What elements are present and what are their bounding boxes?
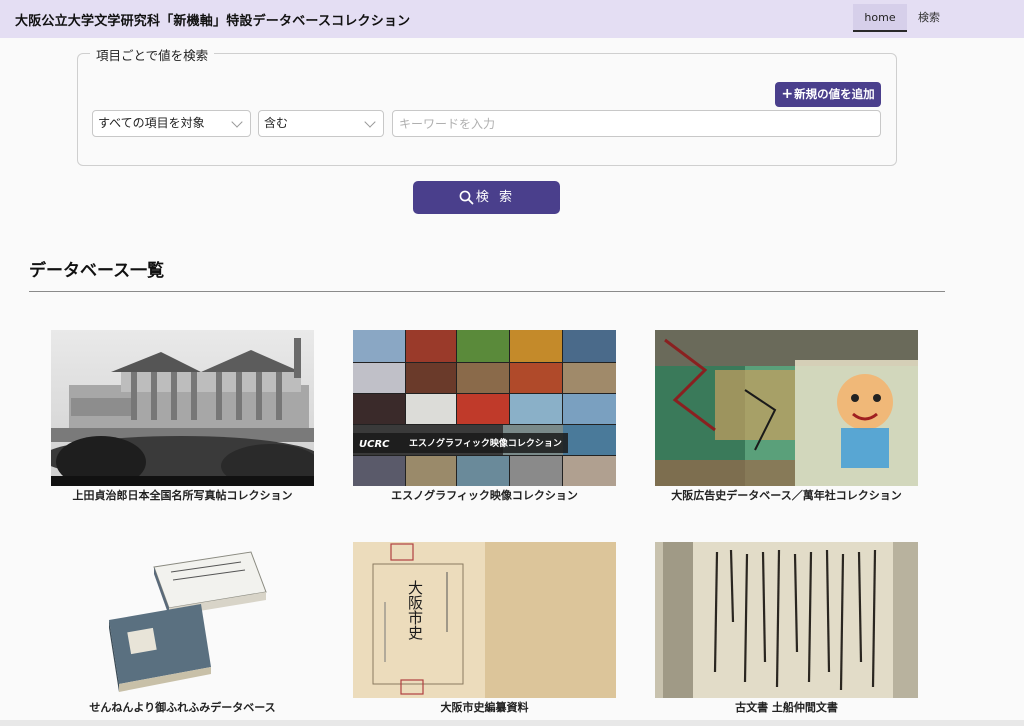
top-bar: 大阪公立大学文学研究科「新機軸」特設データベースコレクション home 検索: [0, 0, 1024, 38]
database-thumbnail-book-cover[interactable]: 大阪市史: [353, 542, 616, 698]
database-caption[interactable]: 古文書 土船仲間文書: [655, 699, 918, 715]
collage-overlay-title: エスノグラフィック映像コレクション: [409, 437, 562, 449]
field-select[interactable]: すべての項目を対象: [92, 110, 251, 137]
database-caption[interactable]: せんねんより御ふれふみデータベース: [51, 699, 314, 715]
database-thumbnail-manuscript[interactable]: [655, 542, 918, 698]
database-caption[interactable]: 上田貞治郎日本全国名所写真帖コレクション: [51, 487, 314, 503]
plus-icon: +: [781, 86, 794, 102]
database-thumbnail-old-books[interactable]: [51, 542, 314, 698]
database-thumbnail-photo-collage[interactable]: UCRC エスノグラフィック映像コレクション: [353, 330, 616, 486]
horizontal-scrollbar[interactable]: [0, 720, 1024, 726]
search-icon: [459, 190, 474, 205]
database-thumbnail-advertising-collage[interactable]: [655, 330, 918, 486]
keyword-input[interactable]: [392, 110, 881, 137]
add-value-label: 新規の値を追加: [794, 87, 875, 101]
operator-select-value: 含む: [264, 116, 289, 130]
chevron-down-icon: [364, 116, 376, 128]
database-caption[interactable]: エスノグラフィック映像コレクション: [353, 487, 616, 503]
search-button[interactable]: 検 索: [413, 181, 560, 214]
nav-search-tab[interactable]: 検索: [912, 4, 946, 32]
field-select-value: すべての項目を対象: [98, 116, 205, 130]
cover-title: 大阪市史: [406, 580, 424, 641]
database-caption[interactable]: 大阪市史編纂資料: [353, 699, 616, 715]
operator-select[interactable]: 含む: [258, 110, 384, 137]
search-fieldset-legend: 項目ごとで値を検索: [90, 45, 215, 64]
search-button-label: 検 索: [475, 190, 516, 205]
database-thumbnail-historic-building[interactable]: [51, 330, 314, 486]
database-caption[interactable]: 大阪広告史データベース／萬年社コレクション: [655, 487, 918, 503]
site-title[interactable]: 大阪公立大学文学研究科「新機軸」特設データベースコレクション: [15, 10, 410, 29]
collage-brand-text: UCRC: [359, 439, 390, 450]
database-list-title: データベース一覧: [29, 261, 165, 281]
add-value-button[interactable]: +新規の値を追加: [775, 82, 881, 107]
section-divider: [29, 291, 945, 292]
chevron-down-icon: [231, 116, 243, 128]
nav-home-tab[interactable]: home: [853, 4, 907, 32]
